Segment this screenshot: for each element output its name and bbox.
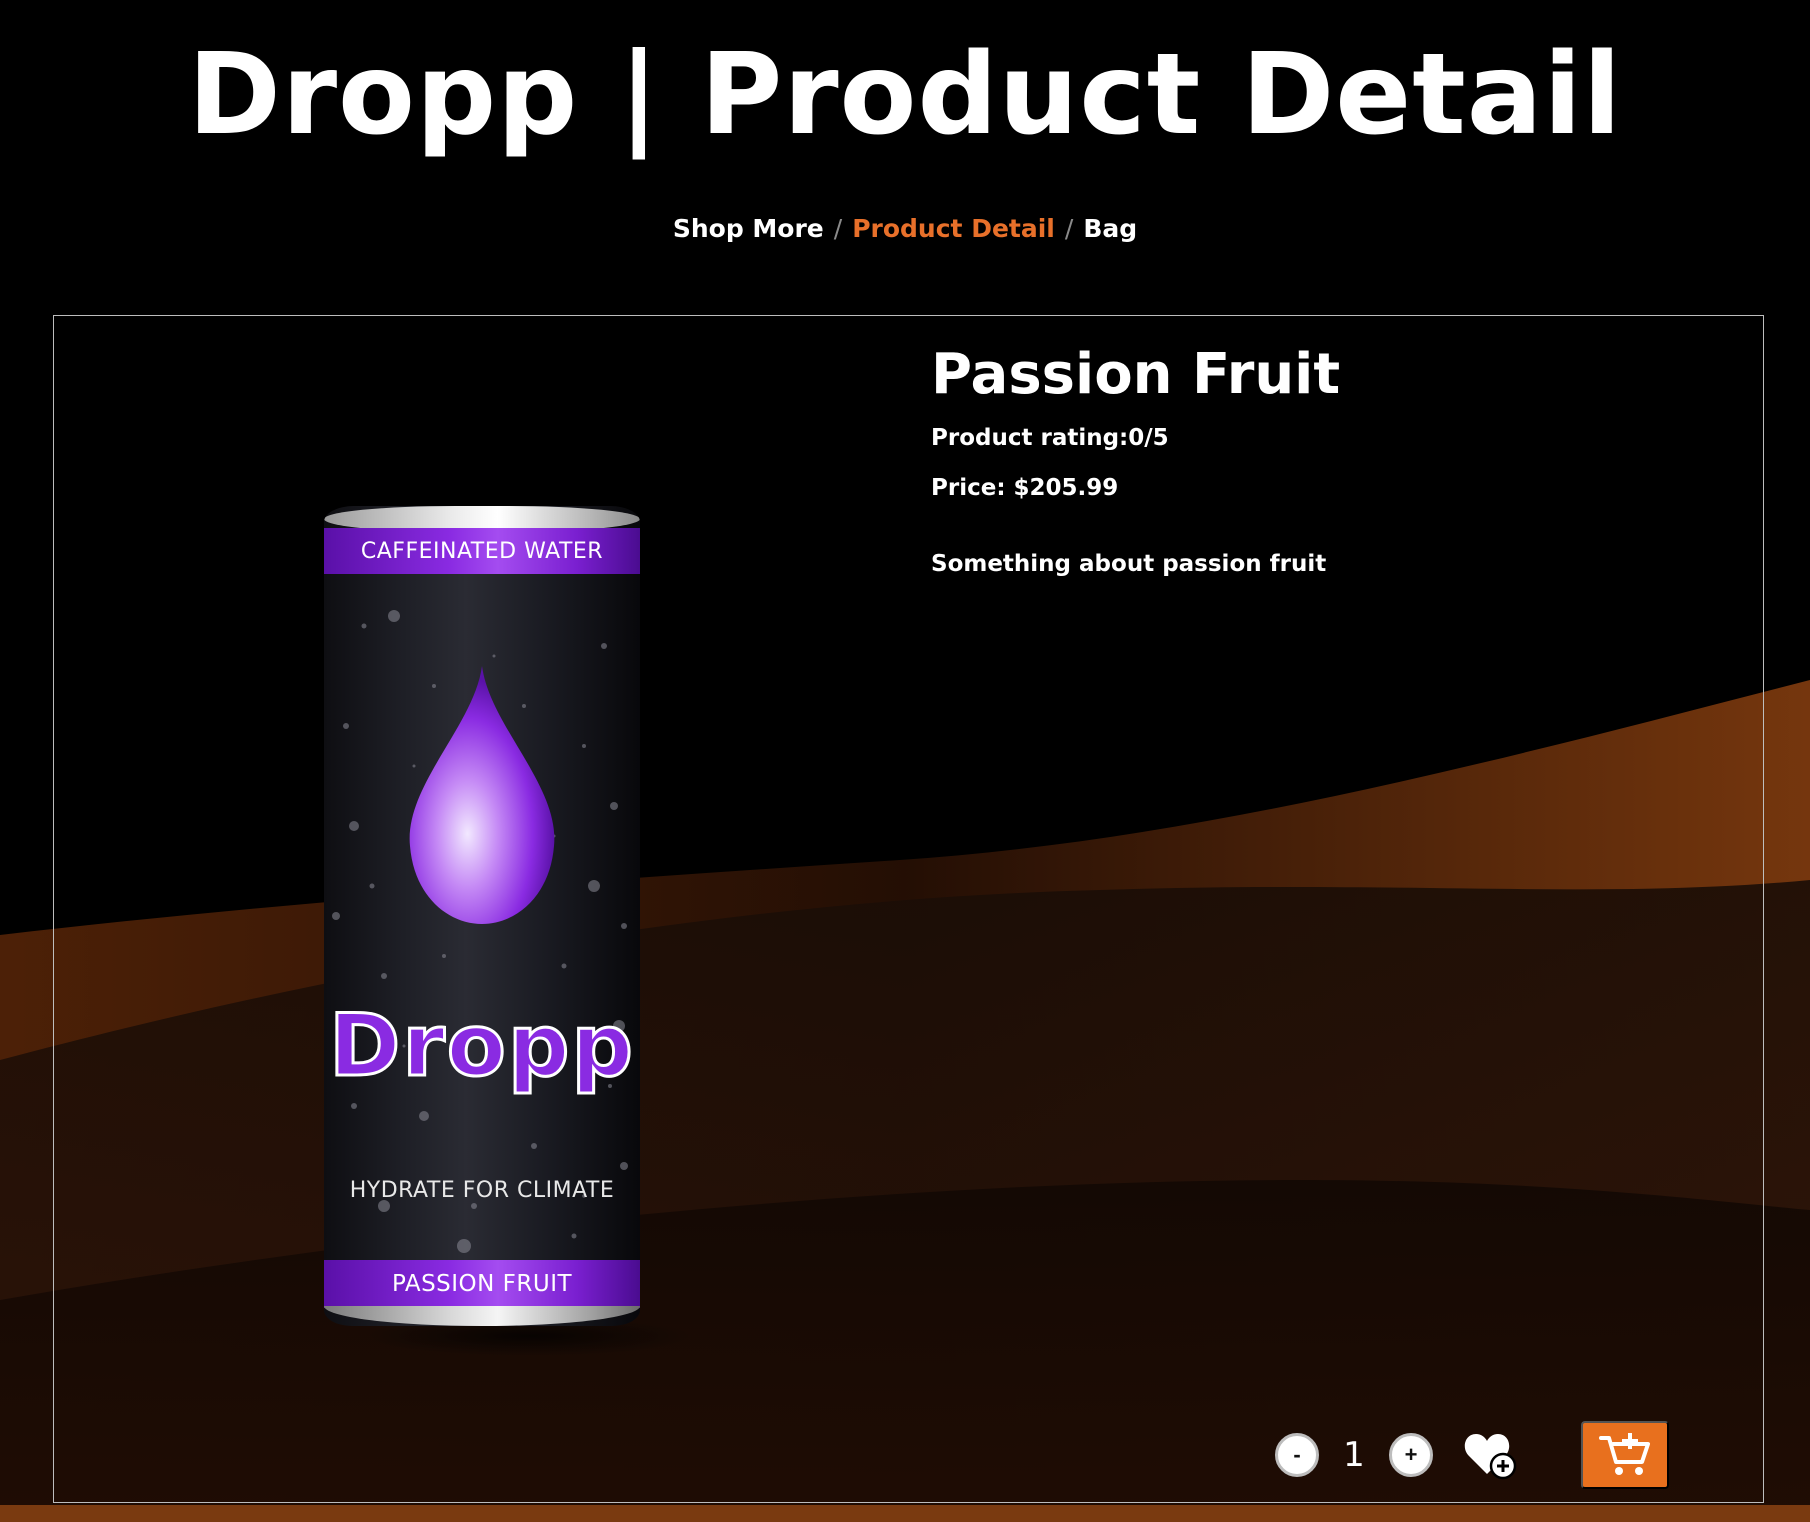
droplet-logo-icon <box>409 666 555 924</box>
product-name: Passion Fruit <box>931 342 1341 407</box>
breadcrumb-product-detail[interactable]: Product Detail <box>852 214 1055 243</box>
purchase-actions: - 1 + <box>1275 1420 1669 1490</box>
product-price: Price: $205.99 <box>931 475 1119 501</box>
product-card: CAFFEINATED WATER Dropp HYDRATE FOR CLIM… <box>53 315 1764 1503</box>
cart-plus-icon <box>1599 1433 1650 1475</box>
quantity-value: 1 <box>1343 1435 1365 1475</box>
page-title: Dropp | Product Detail <box>187 30 1623 160</box>
decrement-quantity-button[interactable]: - <box>1275 1433 1319 1477</box>
can-brand-logo: Dropp <box>327 995 635 1098</box>
breadcrumb-shop-more[interactable]: Shop More <box>673 214 824 243</box>
product-image: CAFFEINATED WATER Dropp HYDRATE FOR CLIM… <box>324 506 694 1356</box>
product-rating: Product rating:0/5 <box>931 425 1169 451</box>
product-can: CAFFEINATED WATER Dropp HYDRATE FOR CLIM… <box>324 506 640 1326</box>
can-tagline: HYDRATE FOR CLIMATE <box>349 1178 615 1203</box>
can-bottom-band: PASSION FRUIT <box>324 1260 640 1308</box>
add-to-cart-button[interactable] <box>1581 1421 1669 1489</box>
product-description: Something about passion fruit <box>931 551 1327 577</box>
breadcrumb-separator: / <box>833 214 843 243</box>
heart-plus-icon <box>1464 1434 1517 1480</box>
breadcrumb-separator: / <box>1064 214 1074 243</box>
product-detail-page: Dropp | Product Detail Shop More / Product… <box>0 0 1810 1522</box>
increment-quantity-button[interactable]: + <box>1389 1433 1433 1477</box>
can-top-band: CAFFEINATED WATER <box>324 528 640 574</box>
breadcrumb-bag[interactable]: Bag <box>1083 214 1137 243</box>
breadcrumb: Shop More / Product Detail / Bag <box>0 214 1810 243</box>
add-to-wishlist-button[interactable] <box>1463 1430 1519 1480</box>
product-details: Passion Fruit Product rating:0/5 Price: … <box>931 342 1711 577</box>
